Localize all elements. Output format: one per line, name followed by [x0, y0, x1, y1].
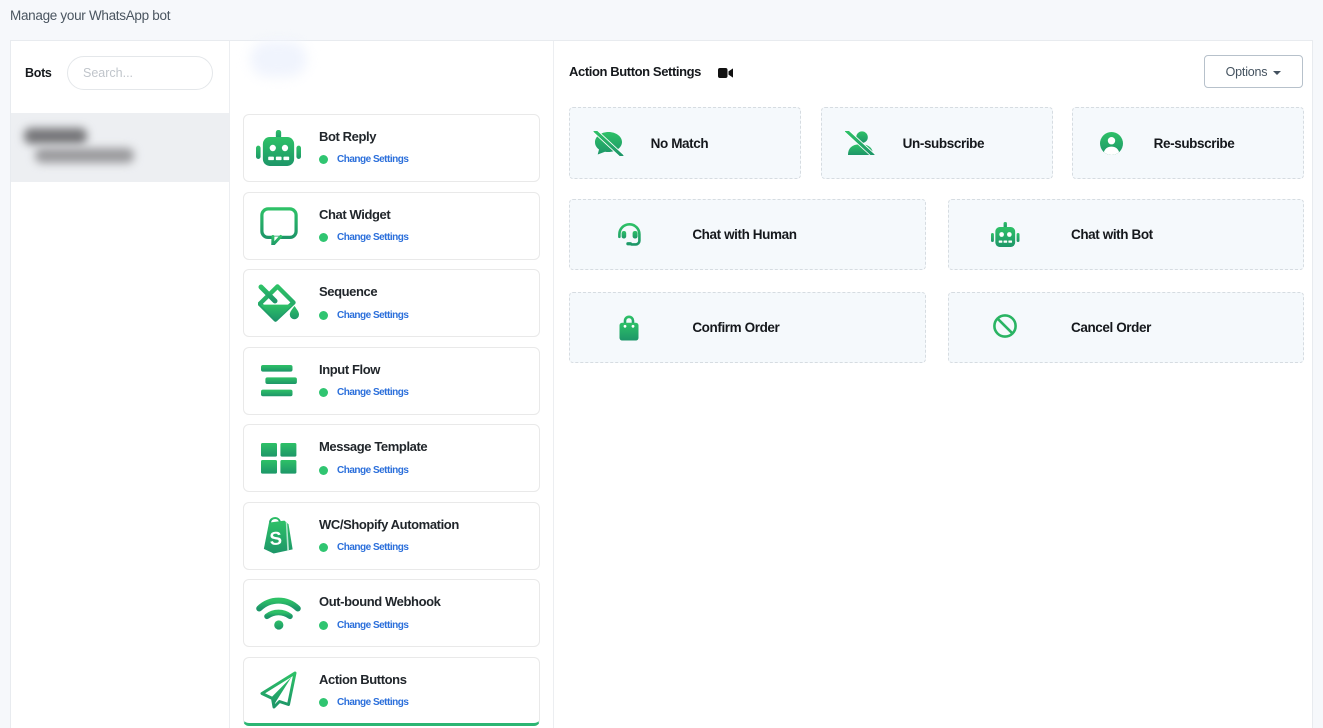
svg-text:S: S: [269, 527, 283, 549]
